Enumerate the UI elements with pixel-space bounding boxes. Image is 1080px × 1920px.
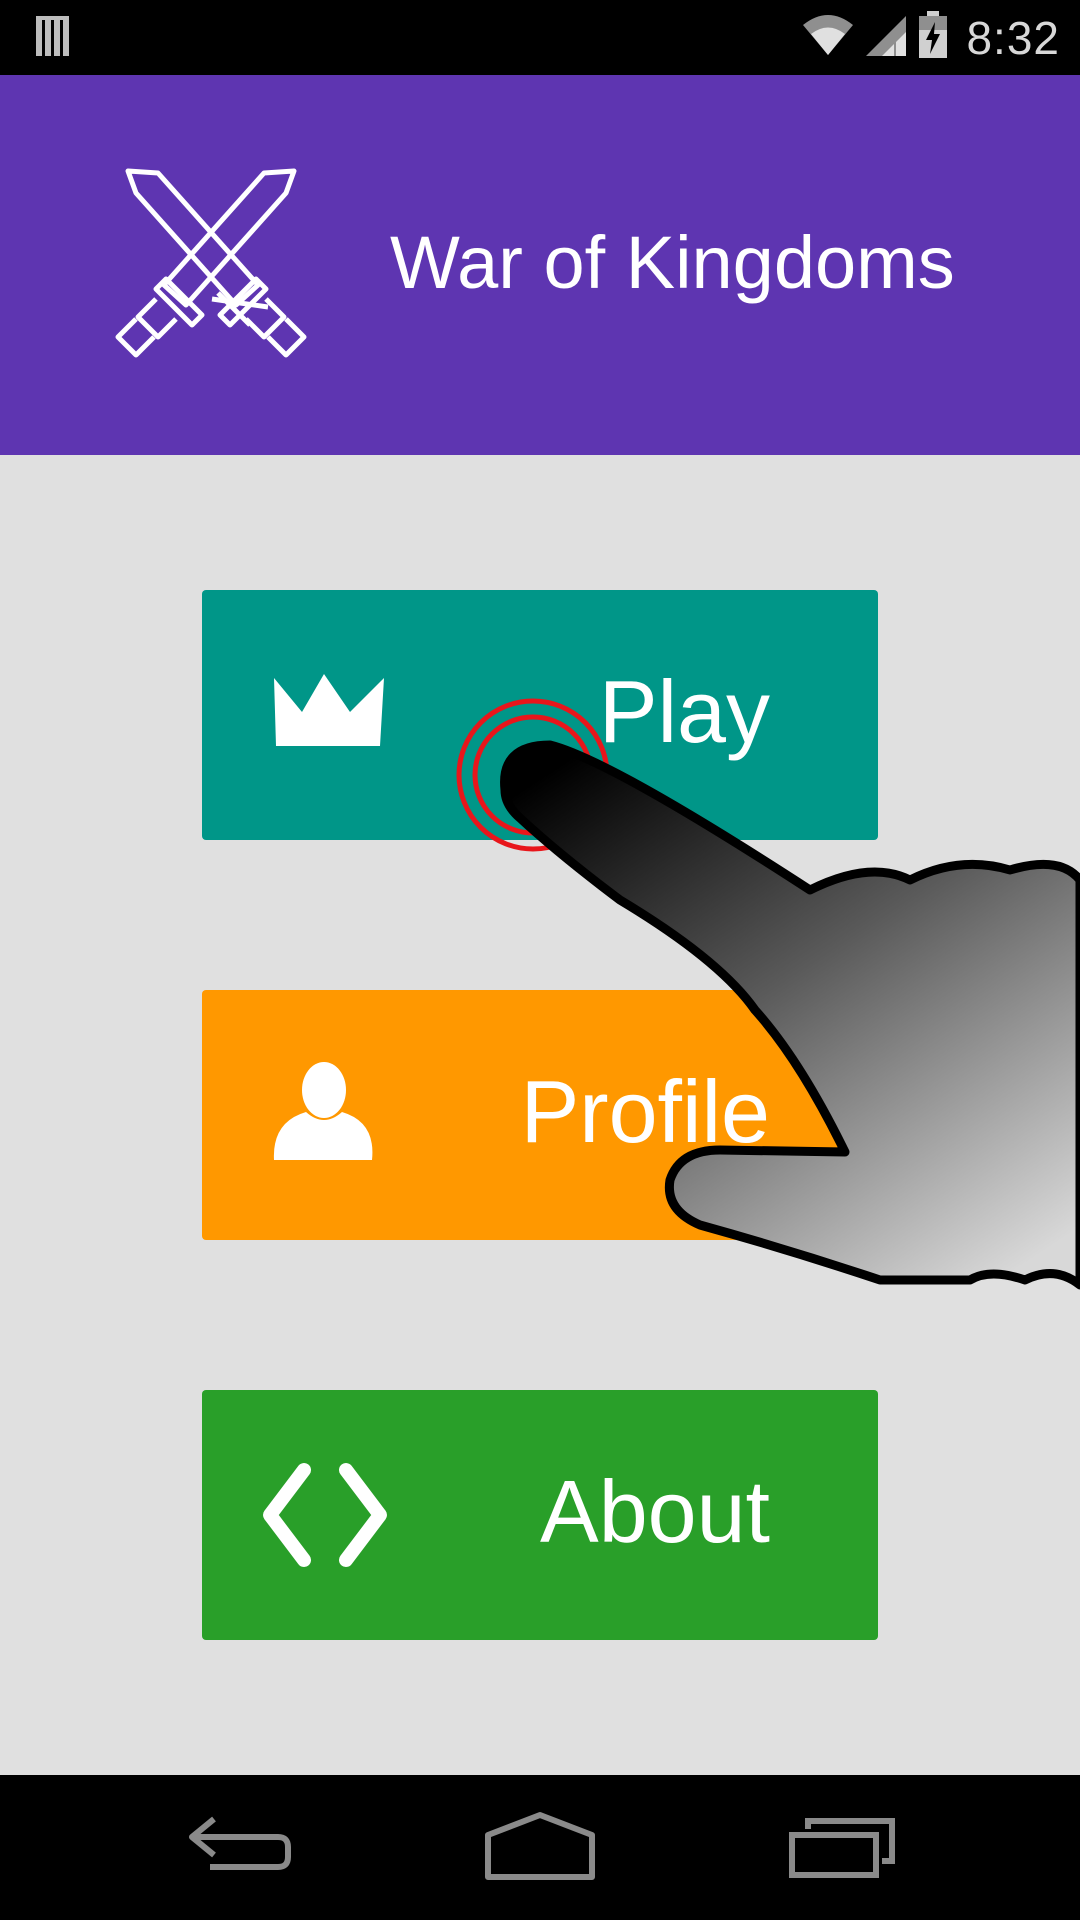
back-icon[interactable] (180, 1805, 300, 1890)
play-label: Play (598, 662, 770, 761)
crossed-swords-icon (108, 167, 314, 373)
home-icon[interactable] (480, 1805, 600, 1890)
crown-icon (262, 670, 392, 760)
battery-charging-icon (918, 10, 948, 65)
play-button[interactable]: Play (202, 590, 878, 840)
cell-signal-icon (864, 12, 908, 63)
status-time: 8:32 (966, 11, 1060, 64)
person-icon (262, 1056, 392, 1166)
app-screen: 8:32 War of Kingdoms Play Profile About (0, 0, 1080, 1920)
about-button[interactable]: About (202, 1390, 878, 1640)
app-bar: War of Kingdoms (0, 75, 1080, 455)
wifi-icon (802, 13, 854, 62)
profile-label: Profile (520, 1062, 770, 1161)
code-brackets-icon (260, 1460, 390, 1570)
status-bar: 8:32 (0, 0, 1080, 75)
navigation-bar (0, 1775, 1080, 1920)
about-label: About (540, 1462, 770, 1561)
app-title: War of Kingdoms (390, 221, 955, 304)
sim-card-icon (34, 14, 74, 65)
recents-icon[interactable] (780, 1805, 900, 1890)
profile-button[interactable]: Profile (202, 990, 878, 1240)
